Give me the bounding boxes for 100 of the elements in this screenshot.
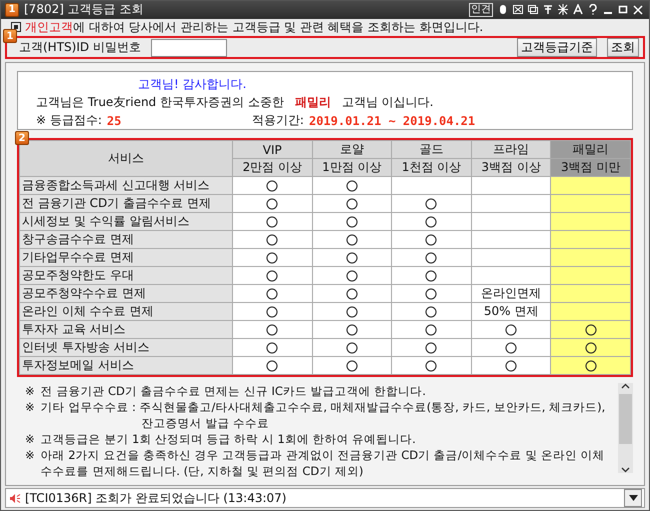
- service-cell: 기타업무수수료 면제: [20, 248, 232, 266]
- service-cell: 온라인 이체 수수료 면제: [20, 302, 232, 320]
- circle-mark: [346, 216, 358, 228]
- windows-icon[interactable]: [528, 4, 538, 16]
- greeting-text: 고객님! 감사합니다.: [137, 76, 248, 93]
- pin-icon[interactable]: [543, 4, 553, 16]
- star-icon[interactable]: [558, 4, 568, 16]
- column-header: 1만점 이상: [312, 158, 392, 176]
- column-header: 패밀리: [550, 140, 630, 158]
- circle-mark: [346, 198, 358, 210]
- table-cell: 50% 면제: [471, 302, 551, 320]
- section-badge: 1: [3, 29, 17, 43]
- dropdown-button[interactable]: [624, 489, 642, 507]
- circle-mark: [425, 360, 438, 372]
- circle-mark: [505, 342, 518, 354]
- intro-text: 개인고객에 대하여 당사에서 관리하는 고객등급 및 관련 혜택을 조회하는 화면입니다.: [25, 18, 484, 36]
- circle-mark: [266, 234, 278, 246]
- section-badge: 2: [15, 131, 29, 145]
- note-mark: ※: [25, 399, 35, 416]
- circle-mark: [346, 252, 358, 264]
- circle-mark: [505, 324, 518, 336]
- circle-mark: [584, 360, 597, 372]
- circle-mark: [425, 234, 438, 246]
- note-text: 기타 업무수수료 : 주식현물출고/타사대체출고수수료, 매체재발급수수료(통장, 카드, 보안카드, 체크카드),: [40, 399, 606, 415]
- circle-mark: [425, 288, 438, 300]
- column-header: VIP: [232, 140, 312, 158]
- maximize-icon[interactable]: [618, 4, 628, 16]
- column-header: 3백점 미만: [550, 158, 630, 176]
- toolbar-label[interactable]: 인견: [469, 2, 493, 17]
- circle-mark: [425, 306, 438, 318]
- square-bullet-icon: [11, 22, 21, 32]
- circle-mark: [266, 288, 278, 300]
- period-label: 적용기간:: [252, 112, 304, 129]
- scrollbar[interactable]: [618, 383, 633, 473]
- score-value: 25: [106, 114, 122, 128]
- service-cell: 투자자 교육 서비스: [20, 320, 232, 338]
- window-badge: 1: [5, 2, 19, 17]
- column-header: 서비스: [20, 140, 232, 176]
- service-cell: 금융종합소득과세 신고대행 서비스: [20, 176, 232, 194]
- mouse-icon[interactable]: [498, 4, 508, 16]
- column-header: 2만점 이상: [232, 158, 312, 176]
- circle-mark: [266, 324, 278, 336]
- note-text: 전 금융기관 CD기 출금수수료 면제는 신규 IC카드 발급고객에 한합니다.: [40, 383, 426, 399]
- circle-mark: [584, 342, 597, 354]
- note-text: 고객등급은 분기 1회 산정되며 등급 하락 시 1회에 한하여 유예됩니다.: [40, 431, 416, 447]
- note-mark: ※: [25, 383, 35, 399]
- service-cell: 공모주청약한도 우대: [20, 266, 232, 284]
- circle-mark: [505, 360, 518, 372]
- column-header: 프라임: [471, 140, 551, 158]
- circle-mark: [266, 180, 278, 192]
- close-icon[interactable]: [633, 4, 643, 16]
- font-icon[interactable]: [573, 4, 583, 16]
- circle-mark: [346, 342, 358, 354]
- circle-mark: [425, 270, 438, 282]
- password-field[interactable]: [150, 38, 227, 56]
- circle-mark: [425, 252, 438, 264]
- column-header: 로얄: [312, 140, 392, 158]
- column-header: 3백점 이상: [471, 158, 551, 176]
- circle-mark: [346, 234, 358, 246]
- service-cell: 투자정보메일 서비스: [20, 356, 232, 374]
- circle-mark: [266, 252, 278, 264]
- circle-mark: [346, 360, 358, 372]
- close-box-icon[interactable]: [513, 4, 523, 16]
- help-icon[interactable]: [588, 4, 598, 16]
- circle-mark: [266, 270, 278, 282]
- status-message: [TCI0136R] 조회가 완료되었습니다 (13:43:07): [25, 490, 288, 506]
- criteria-button[interactable]: 고객등급기준: [517, 38, 597, 57]
- speaker-icon: [9, 492, 21, 504]
- circle-mark: [425, 198, 438, 210]
- service-cell: 창구송금수수료 면제: [20, 230, 232, 248]
- column-header: 골드: [392, 140, 472, 158]
- circle-mark: [584, 324, 597, 336]
- circle-mark: [266, 216, 278, 228]
- circle-mark: [266, 198, 278, 210]
- circle-mark: [346, 180, 358, 192]
- circle-mark: [346, 306, 358, 318]
- note-mark: ※: [25, 447, 35, 464]
- table-cell: 온라인면제: [471, 284, 551, 302]
- column-header: 1천점 이상: [392, 158, 472, 176]
- field-label: 고객(HTS)ID 비밀번호: [19, 39, 141, 56]
- grade-text: 고객님은 True友riend 한국투자증권의 소중한: [36, 94, 284, 111]
- note-text: 잔고증명서 발급 수수료: [140, 415, 270, 431]
- service-cell: 전 금융기관 CD기 출금수수료 면제: [20, 194, 232, 212]
- caret-icon: [628, 495, 638, 501]
- window-title: [7802] 고객등급 조회: [24, 1, 145, 18]
- circle-mark: [346, 270, 358, 282]
- service-cell: 시세정보 및 수익률 알림서비스: [20, 212, 232, 230]
- circle-mark: [346, 288, 358, 300]
- service-cell: 공모주청약수수료 면제: [20, 284, 232, 302]
- circle-mark: [425, 216, 438, 228]
- score-label: ※ 등급점수:: [36, 112, 102, 129]
- note-text: 수수료를 면제해드립니다. (단, 지하철 및 편의점 CD기 제외): [40, 463, 364, 479]
- circle-mark: [266, 306, 278, 318]
- grade-text: 고객님 이십니다.: [342, 94, 434, 111]
- search-button[interactable]: 조회: [607, 38, 639, 57]
- circle-mark: [266, 360, 278, 372]
- note-text: 아래 2가지 요건을 충족하신 경우 고객등급과 관계없이 전금융기관 CD기 출금/이체수수료 및 온라인 이체: [40, 447, 605, 463]
- period-value: 2019.01.21 ~ 2019.04.21: [308, 114, 476, 128]
- note-mark: ※: [25, 431, 35, 447]
- circle-mark: [425, 324, 438, 336]
